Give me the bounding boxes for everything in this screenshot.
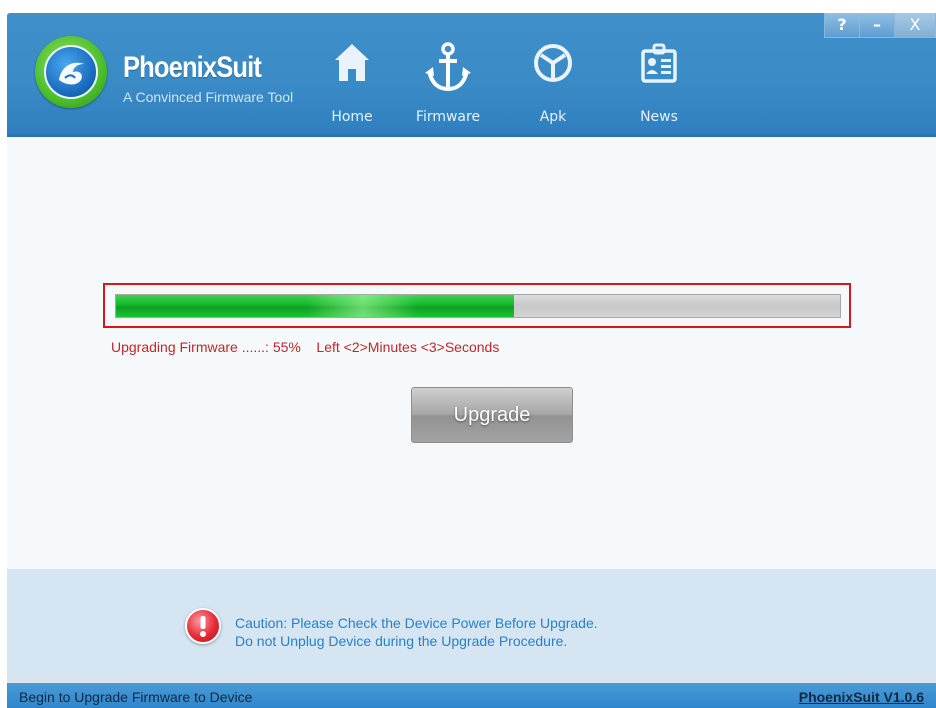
nav-item-home[interactable]: Home [322, 33, 382, 129]
progress-bar-fill [116, 295, 515, 317]
caution-text-line-1: Caution: Please Check the Device Power B… [235, 615, 598, 631]
minimize-button[interactable]: – [860, 13, 895, 38]
nav-label-news: News [640, 109, 678, 125]
help-button[interactable]: ? [824, 13, 860, 38]
header-bar: PhoenixSuit A Convinced Firmware Tool Ho… [7, 13, 936, 137]
progress-status: Upgrading Firmware ......: 55% [111, 339, 301, 355]
progress-bar [115, 294, 841, 318]
window-controls: ? – X [824, 13, 936, 39]
app-subtitle: A Convinced Firmware Tool [123, 89, 294, 105]
phoenix-logo-icon [35, 36, 107, 108]
apk-icon [533, 41, 573, 90]
version-link[interactable]: PhoenixSuit V1.0.6 [799, 689, 924, 705]
caution-text-line-2: Do not Unplug Device during the Upgrade … [235, 633, 568, 649]
upgrade-button[interactable]: Upgrade [411, 387, 573, 443]
close-button[interactable]: X [895, 13, 936, 38]
main-content: Upgrading Firmware ......: 55% Left <2>M… [7, 137, 936, 569]
progress-status-text: Upgrading Firmware ......: 55% Left <2>M… [111, 339, 499, 355]
status-message: Begin to Upgrade Firmware to Device [19, 689, 253, 705]
progress-highlight-frame [103, 283, 851, 328]
nav-label-home: Home [331, 109, 373, 125]
progress-remaining: Left <2>Minutes <3>Seconds [316, 339, 500, 355]
anchor-icon [425, 41, 471, 98]
house-icon [332, 41, 372, 90]
app-window: PhoenixSuit A Convinced Firmware Tool Ho… [7, 13, 936, 708]
warning-icon [185, 608, 221, 644]
nav-label-firmware: Firmware [415, 109, 481, 125]
news-icon [639, 41, 679, 90]
nav-item-apk[interactable]: Apk [525, 33, 581, 129]
nav-item-firmware[interactable]: Firmware [405, 33, 491, 129]
caution-panel: Caution: Please Check the Device Power B… [7, 569, 936, 683]
status-bar: Begin to Upgrade Firmware to Device Phoe… [7, 683, 936, 708]
nav-label-apk: Apk [539, 109, 567, 125]
app-title: PhoenixSuit [123, 51, 262, 84]
nav-item-news[interactable]: News [629, 33, 689, 129]
